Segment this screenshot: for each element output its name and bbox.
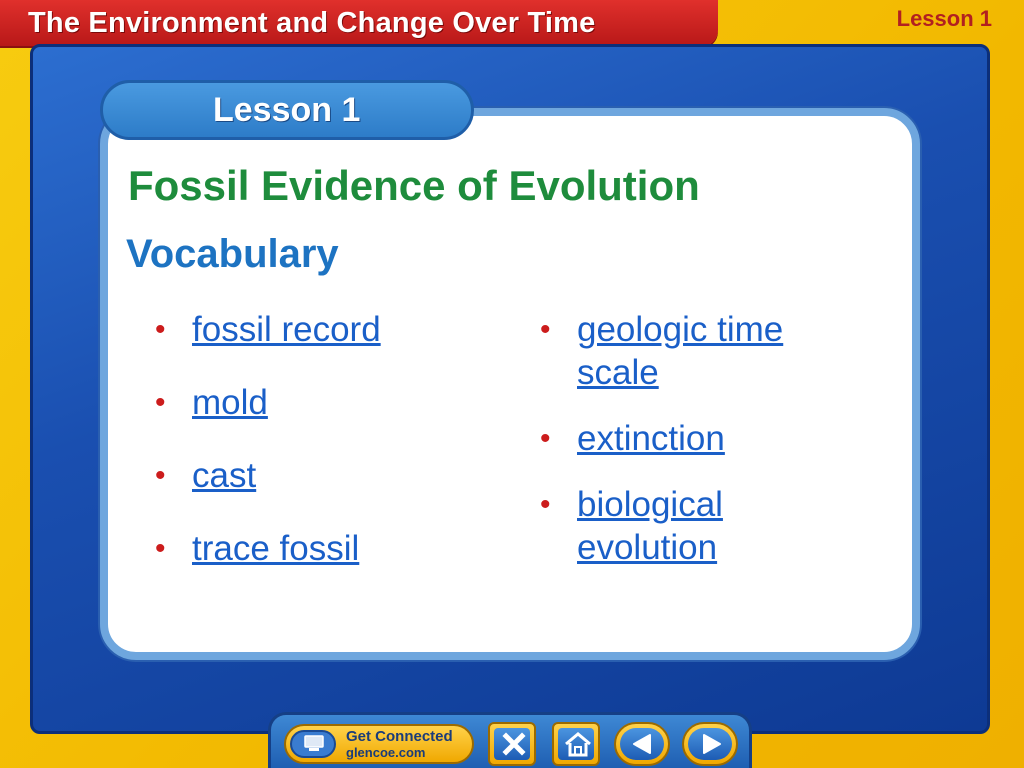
lesson-tab-label: Lesson 1 (213, 91, 361, 129)
vocabulary-heading: Vocabulary (126, 232, 339, 276)
bullet-icon: • (155, 313, 166, 346)
list-item: • mold (152, 381, 472, 424)
bullet-icon: • (540, 313, 551, 346)
vocab-link-cast[interactable]: cast (192, 456, 256, 495)
get-connected-url: glencoe.com (346, 745, 426, 760)
slide-title: Fossil Evidence of Evolution (128, 162, 700, 209)
vocab-link-trace-fossil[interactable]: trace fossil (192, 529, 359, 568)
bullet-icon: • (155, 459, 166, 492)
bullet-icon: • (155, 532, 166, 565)
get-connected-title: Get Connected (346, 728, 453, 745)
lesson-corner-label: Lesson 1 (896, 6, 992, 31)
vocab-link-mold[interactable]: mold (192, 383, 268, 422)
list-item: • trace fossil (152, 527, 472, 570)
bullet-icon: • (540, 422, 551, 455)
get-connected-button[interactable]: Get Connected glencoe.com (284, 724, 474, 764)
vocab-list-right: • geologic time scale • extinction • biolog… (537, 308, 867, 592)
home-button[interactable] (552, 722, 600, 766)
close-button[interactable] (488, 722, 536, 766)
list-item: • cast (152, 454, 472, 497)
lesson-tab: Lesson 1 (100, 80, 474, 140)
header-banner: The Environment and Change Over Time (0, 0, 718, 46)
bullet-icon: • (540, 488, 551, 521)
vocab-link-geologic-time-scale[interactable]: geologic time scale (577, 310, 783, 392)
vocab-link-extinction[interactable]: extinction (577, 419, 725, 458)
list-item: • extinction (537, 417, 867, 460)
computer-icon (290, 730, 336, 758)
vocab-link-biological-evolution[interactable]: biological evolution (577, 485, 723, 567)
home-icon (565, 732, 591, 757)
vocab-link-fossil-record[interactable]: fossil record (192, 310, 381, 349)
vocab-list-left: • fossil record • mold • cast • trace fossil (152, 308, 472, 600)
list-item: • biological evolution (537, 483, 867, 569)
arrow-left-icon (633, 734, 651, 754)
header-title: The Environment and Change Over Time (28, 7, 596, 39)
previous-button[interactable] (614, 722, 670, 766)
arrow-right-icon (703, 734, 721, 754)
close-icon (502, 732, 526, 756)
list-item: • geologic time scale (537, 308, 867, 394)
next-button[interactable] (682, 722, 738, 766)
list-item: • fossil record (152, 308, 472, 351)
bullet-icon: • (155, 386, 166, 419)
